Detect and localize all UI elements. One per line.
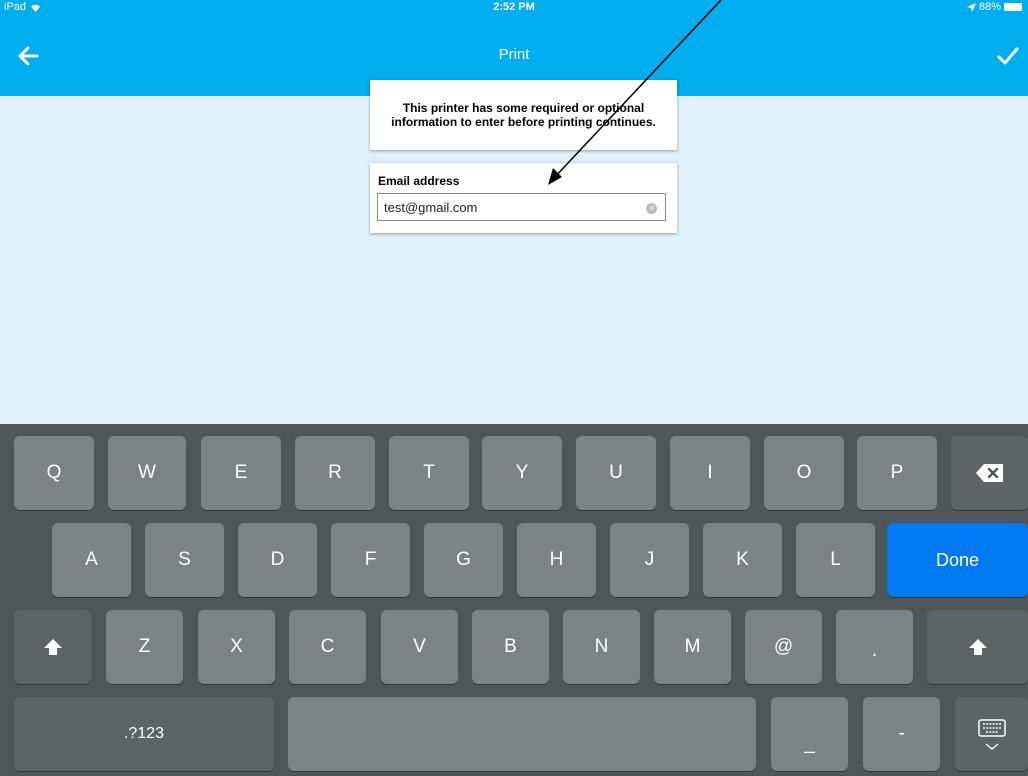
email-card: Email address × (370, 163, 677, 233)
checkmark-icon (997, 47, 1019, 65)
key-s[interactable]: S (145, 523, 224, 597)
key-h[interactable]: H (517, 523, 596, 597)
key-q[interactable]: Q (14, 436, 94, 510)
key-o[interactable]: O (764, 436, 844, 510)
shift-icon (43, 639, 62, 655)
key-p[interactable]: P (857, 436, 937, 510)
shift-right-button[interactable] (927, 610, 1028, 684)
key-g[interactable]: G (424, 523, 503, 597)
key-j[interactable]: J (610, 523, 689, 597)
key-w[interactable]: W (108, 436, 186, 510)
clear-text-icon[interactable]: × (646, 203, 657, 214)
key-n[interactable]: N (563, 610, 640, 684)
keyboard: Q W E R T Y U I O P A S D F G H J K L Do… (0, 424, 1028, 776)
info-message: This printer has some required or option… (391, 101, 656, 129)
key-dash[interactable]: - (863, 697, 940, 771)
backspace-icon (975, 464, 1003, 482)
numbers-mode-button[interactable]: .?123 (14, 697, 274, 771)
key-x[interactable]: X (198, 610, 275, 684)
key-c[interactable]: C (289, 610, 366, 684)
key-r[interactable]: R (295, 436, 375, 510)
key-m[interactable]: M (654, 610, 731, 684)
key-v[interactable]: V (381, 610, 458, 684)
key-t[interactable]: T (389, 436, 469, 510)
shift-icon (968, 639, 987, 655)
key-underscore[interactable]: _ (771, 697, 848, 771)
key-e[interactable]: E (201, 436, 281, 510)
key-y[interactable]: Y (482, 436, 562, 510)
key-f[interactable]: F (331, 523, 410, 597)
status-right: 88% (966, 1, 1022, 13)
navbar: Print (0, 14, 1028, 84)
key-l[interactable]: L (796, 523, 875, 597)
key-b[interactable]: B (472, 610, 549, 684)
email-field[interactable] (377, 193, 666, 221)
keyboard-icon (977, 718, 1006, 737)
space-bar[interactable] (288, 697, 756, 771)
status-bar: iPad 2:52 PM 88% (0, 0, 1028, 14)
location-icon (966, 2, 976, 12)
done-button[interactable]: Done (887, 523, 1028, 597)
battery-icon (1004, 3, 1022, 11)
key-i[interactable]: I (670, 436, 750, 510)
key-z[interactable]: Z (106, 610, 183, 684)
status-time: 2:52 PM (493, 1, 535, 13)
battery-percent: 88% (978, 1, 1001, 13)
chevron-down-icon (985, 742, 998, 750)
page-title: Print (498, 46, 530, 63)
confirm-button[interactable] (988, 36, 1028, 76)
key-at[interactable]: @ (745, 610, 822, 684)
dismiss-keyboard-button[interactable] (955, 697, 1028, 771)
info-card: This printer has some required or option… (370, 80, 677, 150)
key-k[interactable]: K (703, 523, 782, 597)
email-label: Email address (378, 174, 460, 188)
key-period[interactable]: . (836, 610, 913, 684)
key-a[interactable]: A (52, 523, 131, 597)
backspace-button[interactable] (951, 436, 1028, 510)
key-u[interactable]: U (576, 436, 656, 510)
key-d[interactable]: D (238, 523, 317, 597)
shift-left-button[interactable] (14, 610, 91, 684)
